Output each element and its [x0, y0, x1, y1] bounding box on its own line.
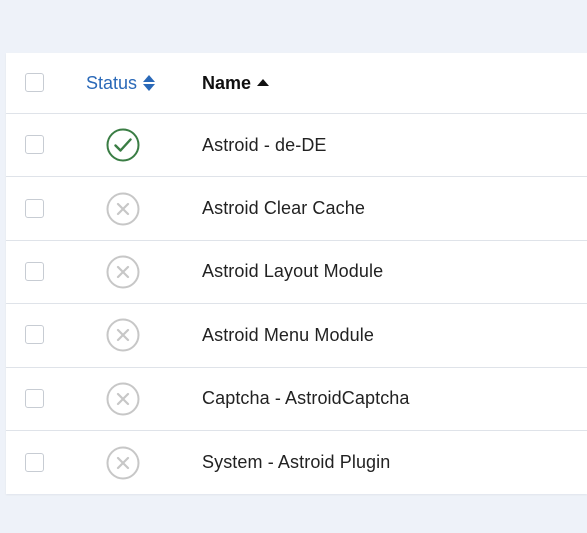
table-row: Astroid Menu Module	[6, 304, 587, 368]
table-row: Astroid Clear Cache	[6, 177, 587, 241]
name-column-header[interactable]: Name	[202, 53, 270, 113]
status-column-header[interactable]: Status	[86, 53, 166, 113]
status-toggle[interactable]	[106, 446, 140, 480]
sort-both-icon[interactable]	[142, 74, 156, 92]
plugin-name-link[interactable]: Astroid Layout Module	[202, 241, 383, 303]
row-checkbox[interactable]	[25, 261, 44, 281]
plugin-name-link[interactable]: Astroid Clear Cache	[202, 177, 365, 239]
status-toggle[interactable]	[106, 128, 140, 162]
select-all-checkbox[interactable]	[25, 73, 44, 92]
table-row: Astroid - de-DE	[6, 114, 587, 178]
name-header-label[interactable]: Name	[202, 73, 251, 94]
status-toggle[interactable]	[106, 318, 140, 352]
row-checkbox[interactable]	[25, 135, 44, 155]
plugin-name-link[interactable]: System - Astroid Plugin	[202, 431, 390, 494]
times-circle-icon[interactable]	[106, 318, 140, 352]
plugin-name-link[interactable]: Astroid Menu Module	[202, 304, 374, 366]
times-circle-icon[interactable]	[106, 446, 140, 480]
row-checkbox[interactable]	[25, 388, 44, 408]
plugin-name-link[interactable]: Astroid - de-DE	[202, 114, 327, 176]
table-row: Astroid Layout Module	[6, 241, 587, 305]
status-toggle[interactable]	[106, 255, 140, 289]
times-circle-icon[interactable]	[106, 382, 140, 416]
check-circle-icon[interactable]	[106, 128, 140, 162]
table-row: System - Astroid Plugin	[6, 431, 587, 494]
sort-ascending-icon[interactable]	[257, 78, 270, 86]
status-toggle[interactable]	[106, 192, 140, 226]
row-checkbox[interactable]	[25, 198, 44, 218]
plugins-table: Status Name Astroid - de-DE Astroid Clea…	[6, 53, 587, 494]
row-checkbox[interactable]	[25, 452, 44, 472]
times-circle-icon[interactable]	[106, 192, 140, 226]
table-header-row: Status Name	[6, 53, 587, 114]
times-circle-icon[interactable]	[106, 255, 140, 289]
status-header-label[interactable]: Status	[86, 73, 137, 94]
table-row: Captcha - AstroidCaptcha	[6, 368, 587, 431]
status-toggle[interactable]	[106, 382, 140, 416]
row-checkbox[interactable]	[25, 325, 44, 345]
plugin-name-link[interactable]: Captcha - AstroidCaptcha	[202, 368, 410, 430]
